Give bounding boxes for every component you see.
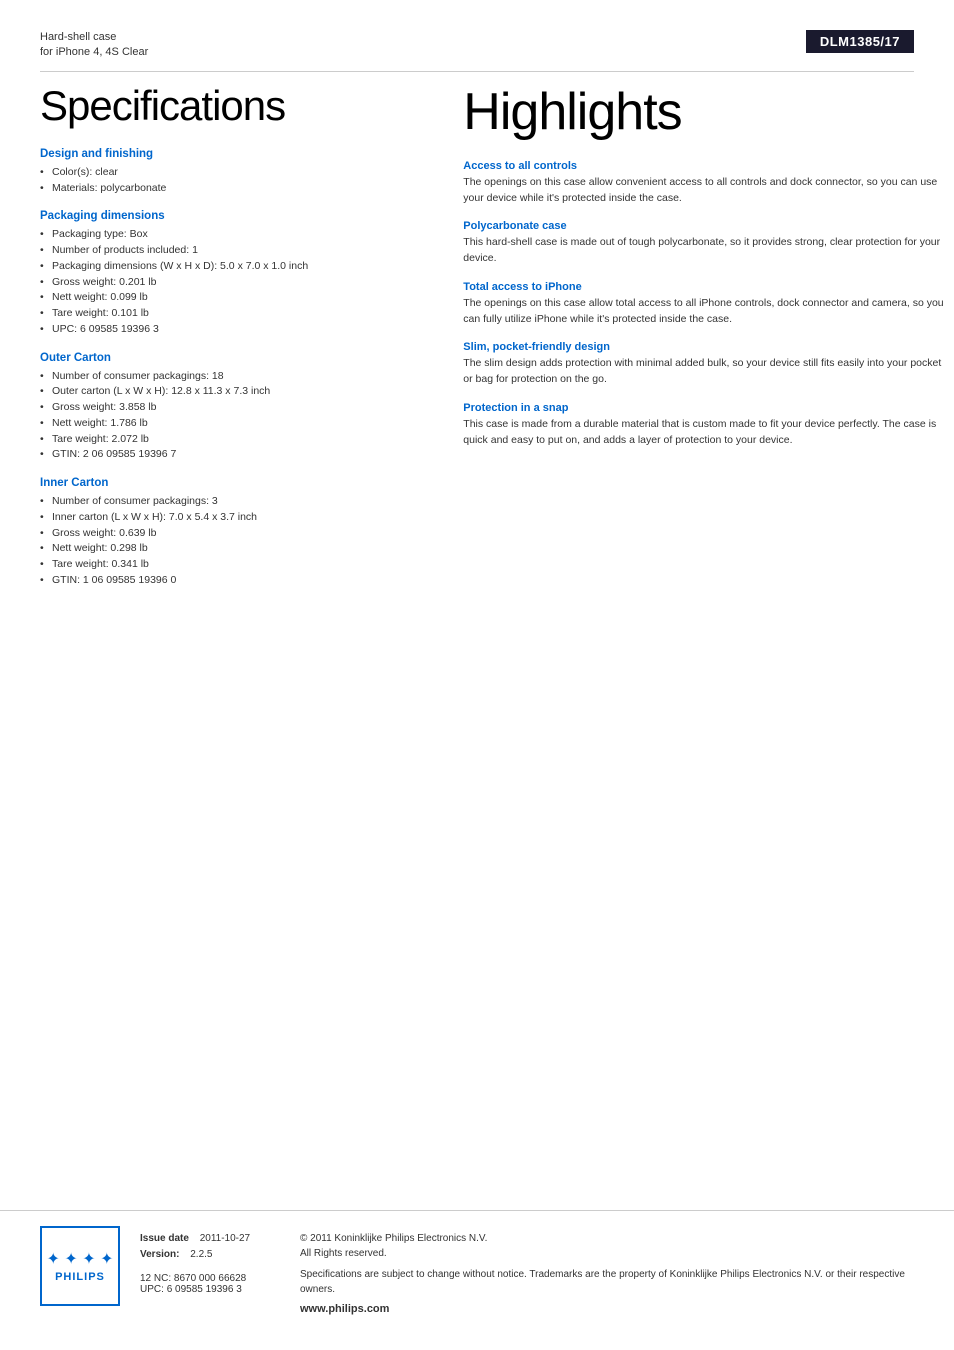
highlight-text-protection: This case is made from a durable materia… [463,417,944,449]
outer-carton-list: Number of consumer packagings: 18 Outer … [40,369,433,464]
top-header: Hard-shell case for iPhone 4, 4S Clear D… [40,30,914,61]
product-line: Hard-shell case [40,30,148,45]
list-item: Gross weight: 0.201 lb [40,275,433,291]
inner-carton-list: Number of consumer packagings: 3 Inner c… [40,494,433,589]
highlight-polycarbonate: Polycarbonate case This hard-shell case … [463,220,944,267]
list-item: Nett weight: 0.099 lb [40,290,433,306]
philips-logo-stars: ✦ ✦ ✦ ✦ [47,1249,114,1269]
footer-nc-block: 12 NC: 8670 000 66628 UPC: 6 09585 19396… [140,1273,280,1295]
list-item: Color(s): clear [40,165,433,181]
list-item: Tare weight: 0.101 lb [40,306,433,322]
highlight-total-access: Total access to iPhone The openings on t… [463,281,944,328]
issue-date-label: Issue date [140,1231,189,1247]
product-subtitle: for iPhone 4, 4S Clear [40,45,148,60]
design-finishing-list: Color(s): clear Materials: polycarbonate [40,165,433,197]
packaging-dimensions-heading: Packaging dimensions [40,210,433,222]
packaging-dimensions-list: Packaging type: Box Number of products i… [40,227,433,337]
highlight-heading-total: Total access to iPhone [463,281,944,293]
product-title-block: Hard-shell case for iPhone 4, 4S Clear [40,30,148,61]
list-item: GTIN: 1 06 09585 19396 0 [40,573,433,589]
philips-logo: ✦ ✦ ✦ ✦ PHILIPS [40,1226,120,1306]
philips-logo-text: PHILIPS [55,1271,105,1283]
header-divider [40,71,914,72]
nc-label: 12 NC: [140,1273,171,1284]
highlight-heading-slim: Slim, pocket-friendly design [463,341,944,353]
footer-upc-row: UPC: 6 09585 19396 3 [140,1284,280,1295]
inner-carton-heading: Inner Carton [40,477,433,489]
list-item: Outer carton (L x W x H): 12.8 x 11.3 x … [40,384,433,400]
model-badge: DLM1385/17 [806,30,914,53]
footer-info: Issue date 2011-10-27 Version: 2.2.5 12 … [140,1231,914,1315]
specifications-title: Specifications [40,82,433,130]
list-item: Number of consumer packagings: 18 [40,369,433,385]
list-item: Gross weight: 3.858 lb [40,400,433,416]
list-item: Materials: polycarbonate [40,181,433,197]
highlight-access-controls: Access to all controls The openings on t… [463,160,944,207]
main-content: Specifications Design and finishing Colo… [40,82,914,589]
copyright: © 2011 Koninklijke Philips Electronics N… [300,1233,487,1244]
issue-date-value: 2011-10-27 [200,1231,250,1247]
list-item: Tare weight: 2.072 lb [40,432,433,448]
footer: ✦ ✦ ✦ ✦ PHILIPS Issue date 2011-10-27 Ve… [0,1210,954,1330]
list-item: Tare weight: 0.341 lb [40,557,433,573]
list-item: Packaging type: Box [40,227,433,243]
disclaimer-text: Specifications are subject to change wit… [300,1267,914,1297]
highlight-protection: Protection in a snap This case is made f… [463,402,944,449]
list-item: GTIN: 2 06 09585 19396 7 [40,447,433,463]
footer-version-row: Version: 2.2.5 [140,1247,280,1263]
footer-right: © 2011 Koninklijke Philips Electronics N… [300,1231,914,1315]
highlight-heading-protection: Protection in a snap [463,402,944,414]
highlight-heading-poly: Polycarbonate case [463,220,944,232]
rights: All Rights reserved. [300,1248,387,1259]
design-finishing-heading: Design and finishing [40,148,433,160]
copyright-text: © 2011 Koninklijke Philips Electronics N… [300,1231,914,1261]
version-label: Version: [140,1247,179,1263]
list-item: Gross weight: 0.639 lb [40,526,433,542]
footer-nc-row: 12 NC: 8670 000 66628 [140,1273,280,1284]
highlight-text-total: The openings on this case allow total ac… [463,296,944,328]
highlight-slim-design: Slim, pocket-friendly design The slim de… [463,341,944,388]
footer-left: Issue date 2011-10-27 Version: 2.2.5 12 … [140,1231,280,1315]
highlight-text-slim: The slim design adds protection with min… [463,356,944,388]
list-item: Number of products included: 1 [40,243,433,259]
highlight-heading-access: Access to all controls [463,160,944,172]
list-item: Packaging dimensions (W x H x D): 5.0 x … [40,259,433,275]
list-item: Inner carton (L x W x H): 7.0 x 5.4 x 3.… [40,510,433,526]
highlights-title: Highlights [463,82,944,142]
outer-carton-heading: Outer Carton [40,352,433,364]
upc-value: 6 09585 19396 3 [167,1284,242,1295]
version-value: 2.2.5 [190,1247,212,1263]
upc-label: UPC: [140,1284,164,1295]
nc-value: 8670 000 66628 [174,1273,246,1284]
highlight-text-poly: This hard-shell case is made out of toug… [463,235,944,267]
list-item: Nett weight: 1.786 lb [40,416,433,432]
highlight-text-access: The openings on this case allow convenie… [463,175,944,207]
right-column: Highlights Access to all controls The op… [463,82,944,589]
list-item: Number of consumer packagings: 3 [40,494,433,510]
page: Hard-shell case for iPhone 4, 4S Clear D… [0,0,954,1350]
list-item: Nett weight: 0.298 lb [40,541,433,557]
footer-issue-date-row: Issue date 2011-10-27 [140,1231,280,1247]
list-item: UPC: 6 09585 19396 3 [40,322,433,338]
left-column: Specifications Design and finishing Colo… [40,82,433,589]
website-link[interactable]: www.philips.com [300,1303,914,1315]
